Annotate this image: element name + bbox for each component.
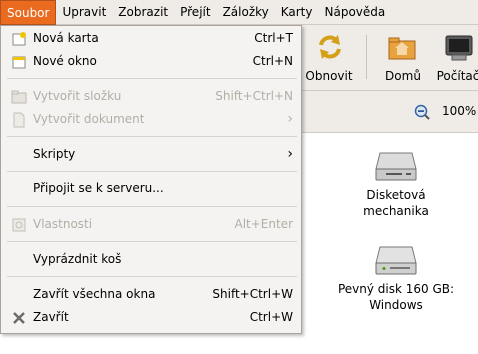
- properties-shortcut: Alt+Enter: [234, 217, 293, 231]
- new-tab-icon: [12, 32, 26, 46]
- menu-item-scripts[interactable]: Skripty ›: [2, 144, 300, 166]
- scripts-label: Skripty: [33, 147, 76, 161]
- document-icon: [13, 112, 25, 128]
- reload-label: Obnovit: [305, 69, 353, 83]
- menu-item-new-document: Vytvořit dokument ›: [2, 109, 300, 131]
- reload-button[interactable]: Obnovit: [300, 29, 358, 85]
- menu-separator: [7, 136, 297, 137]
- close-label: Zavřít: [33, 310, 69, 324]
- file-menu: Nová karta Ctrl+T Nové okno Ctrl+N Vytvo…: [0, 25, 302, 334]
- new-document-label: Vytvořit dokument: [33, 112, 145, 126]
- reload-icon: [319, 35, 341, 59]
- computer-label: Počítač: [436, 69, 478, 83]
- close-icon: [13, 312, 25, 324]
- home-label: Domů: [385, 69, 421, 83]
- close-all-label: Zavřít všechna okna: [33, 287, 156, 301]
- floppy-drive-item[interactable]: Disketová mechanika: [326, 149, 466, 219]
- menu-view[interactable]: Zobrazit: [112, 0, 174, 25]
- menu-item-empty-trash[interactable]: Vyprázdnit koš: [2, 249, 300, 271]
- close-all-shortcut: Shift+Ctrl+W: [212, 287, 293, 301]
- menu-item-properties: Vlastnosti Alt+Enter: [2, 214, 300, 236]
- menu-item-new-tab[interactable]: Nová karta Ctrl+T: [2, 28, 300, 50]
- zoom-out-icon[interactable]: [414, 104, 430, 120]
- menu-separator: [7, 78, 297, 79]
- properties-icon: [12, 218, 26, 232]
- folder-icon: [11, 90, 27, 104]
- menu-bookmarks[interactable]: Záložky: [217, 0, 275, 25]
- hard-disk-icon: [375, 246, 417, 275]
- menu-separator: [7, 206, 297, 207]
- toolbar-separator: [366, 35, 367, 79]
- floppy-drive-label-line1: Disketová: [366, 188, 426, 202]
- hard-disk-label-line1: Pevný disk 160 GB:: [337, 282, 455, 296]
- menu-separator: [7, 276, 297, 277]
- new-tab-label: Nová karta: [33, 31, 99, 45]
- submenu-arrow-icon: ›: [287, 111, 293, 127]
- submenu-arrow-icon: ›: [287, 146, 293, 162]
- home-button[interactable]: Domů: [378, 29, 428, 85]
- menu-file[interactable]: Soubor: [0, 0, 57, 25]
- menu-separator: [7, 241, 297, 242]
- menu-help[interactable]: Nápověda: [319, 0, 392, 25]
- new-window-shortcut: Ctrl+N: [252, 54, 293, 68]
- menu-item-new-window[interactable]: Nové okno Ctrl+N: [2, 51, 300, 73]
- hard-disk-item[interactable]: Pevný disk 160 GB: Windows: [326, 243, 466, 313]
- new-window-icon: [12, 56, 26, 69]
- hard-disk-label-line2: Windows: [369, 298, 423, 312]
- menubar: Soubor Upravit Zobrazit Přejít Záložky K…: [0, 0, 478, 25]
- menu-edit[interactable]: Upravit: [56, 0, 112, 25]
- menu-separator: [7, 171, 297, 172]
- home-icon: [388, 37, 416, 60]
- menu-go[interactable]: Přejít: [174, 0, 216, 25]
- new-folder-label: Vytvořit složku: [33, 89, 122, 103]
- menu-item-close[interactable]: Zavřít Ctrl+W: [2, 307, 300, 329]
- zoom-level[interactable]: 100%: [442, 104, 476, 118]
- computer-icon: [445, 35, 473, 61]
- new-window-label: Nové okno: [33, 54, 97, 68]
- computer-button[interactable]: Počítač: [434, 29, 478, 85]
- floppy-drive-label-line2: mechanika: [363, 204, 429, 218]
- properties-label: Vlastnosti: [33, 217, 93, 231]
- menu-item-close-all[interactable]: Zavřít všechna okna Shift+Ctrl+W: [2, 284, 300, 306]
- connect-server-label: Připojit se k serveru...: [33, 181, 164, 195]
- new-folder-shortcut: Shift+Ctrl+N: [215, 89, 293, 103]
- menu-item-new-folder: Vytvořit složku Shift+Ctrl+N: [2, 86, 300, 108]
- close-shortcut: Ctrl+W: [249, 310, 293, 324]
- menu-tabs[interactable]: Karty: [275, 0, 319, 25]
- floppy-drive-icon: [375, 152, 417, 181]
- menu-item-connect-server[interactable]: Připojit se k serveru...: [2, 178, 300, 200]
- empty-trash-label: Vyprázdnit koš: [33, 252, 122, 266]
- new-tab-shortcut: Ctrl+T: [254, 31, 293, 45]
